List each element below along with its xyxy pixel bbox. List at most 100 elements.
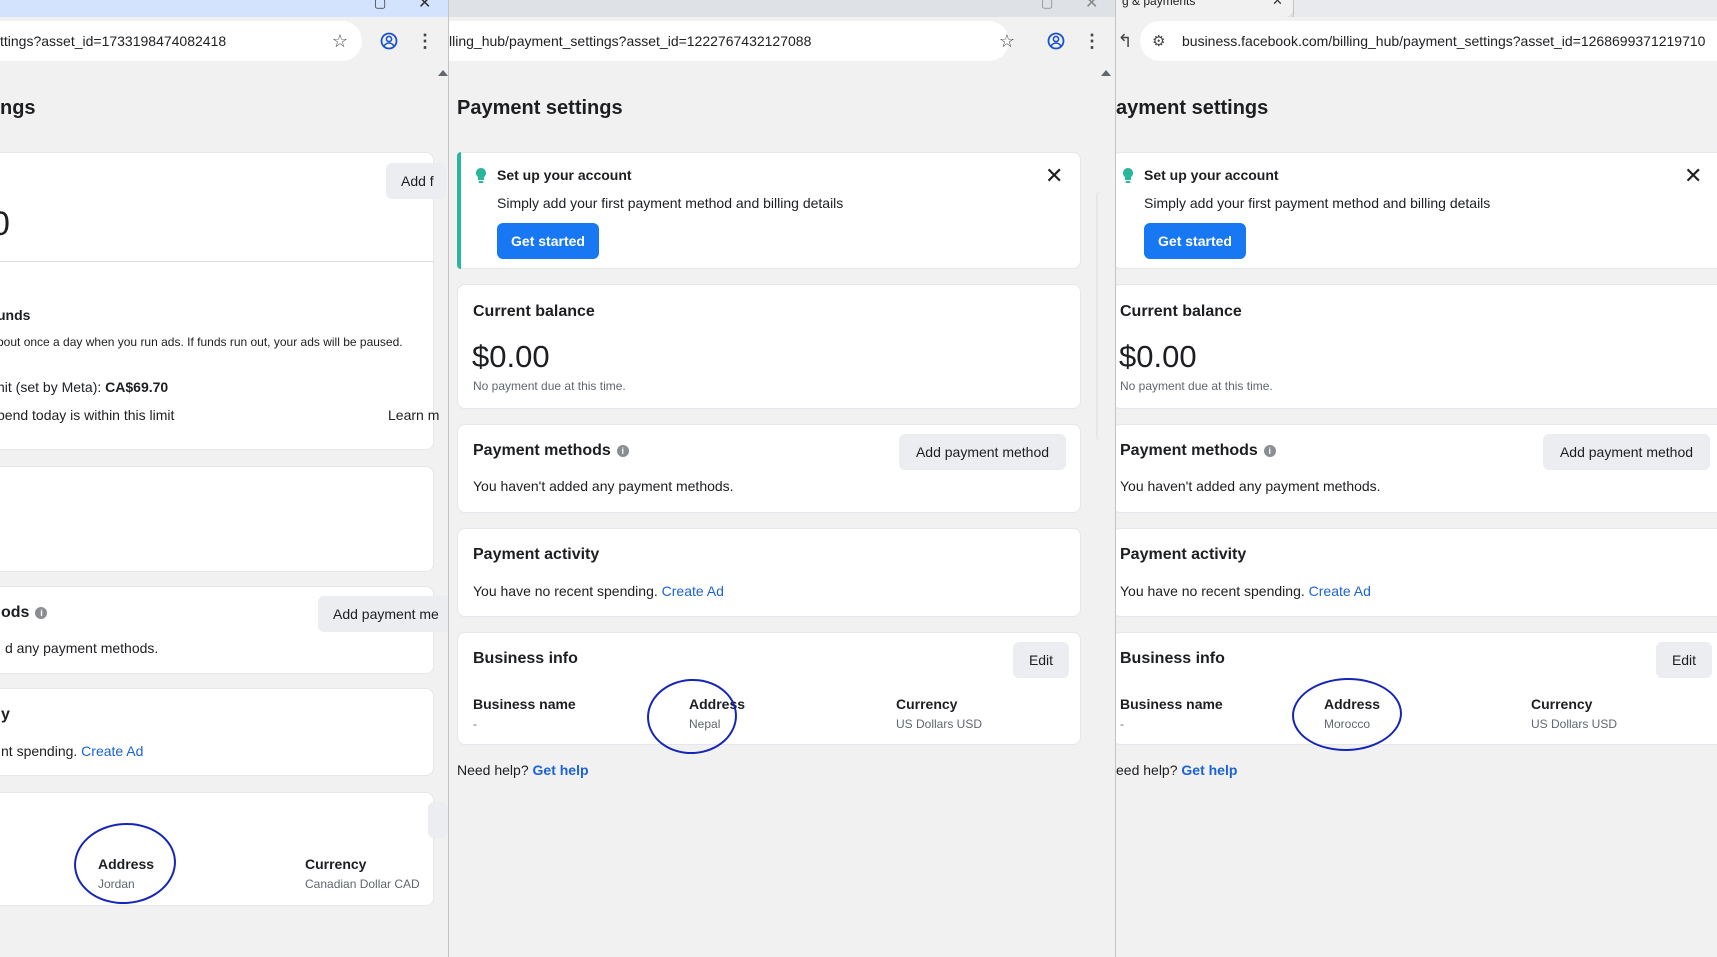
lightbulb-icon (476, 168, 486, 183)
middle-url-text: lling_hub/payment_settings?asset_id=1222… (449, 33, 812, 49)
left-methods-description: d any payment methods. (5, 640, 159, 656)
scroll-up-arrow-icon[interactable] (438, 70, 448, 76)
left-payment-methods-card: ods i Add payment me d any payment method… (0, 586, 448, 674)
middle-business-title: Business info (473, 650, 578, 667)
left-funds-description: bout once a day when you run ads. If fun… (0, 335, 403, 349)
back-icon-partial[interactable]: ↰ (1116, 30, 1136, 52)
left-funds-title: unds (0, 307, 31, 323)
active-tab[interactable]: g & payments ✕ (1116, 0, 1293, 17)
right-setup-title: Set up your account (1144, 167, 1279, 183)
left-blank-card (0, 466, 434, 572)
middle-create-ad-link[interactable]: Create Ad (662, 583, 724, 599)
star-icon[interactable]: ☆ (996, 30, 1018, 52)
left-limit-value: CA$69.70 (105, 379, 169, 395)
middle-activity-description: You have no recent spending. Create Ad (473, 583, 724, 599)
right-balance-amount: $0.00 (1119, 339, 1197, 374)
maximize-icon[interactable]: ▢ (1041, 0, 1053, 11)
middle-titlebar: ▢ ✕ (449, 0, 1115, 17)
left-balance-amount: 0 (0, 205, 10, 243)
right-help-text: eed help? (1116, 762, 1182, 778)
left-spend-status: pend today is within this limit (0, 407, 175, 423)
left-activity-title: y (1, 706, 10, 723)
more-vert-icon[interactable]: ⋮ (414, 30, 436, 52)
left-url-text: ttings?asset_id=1733198474082418 (0, 33, 227, 49)
right-setup-card: Set up your account Simply add your firs… (1116, 152, 1717, 269)
close-window-icon[interactable]: ✕ (1085, 0, 1098, 13)
left-methods-title: ods i (1, 604, 48, 622)
close-tab-icon[interactable]: ✕ (1272, 0, 1283, 9)
left-edit-button[interactable] (428, 802, 448, 838)
right-tabstrip: g & payments ✕ (1116, 0, 1717, 17)
left-browser-window: ▢ ✕ ttings?asset_id=1733198474082418 ☆ ⋮… (0, 0, 448, 957)
middle-payment-activity-card: Payment activity You have no recent spen… (457, 528, 1081, 617)
profile-icon[interactable] (378, 30, 400, 52)
left-activity-text: nt spending. (1, 743, 82, 759)
middle-balance-title: Current balance (473, 303, 595, 320)
more-vert-icon[interactable]: ⋮ (1081, 30, 1103, 52)
info-icon[interactable]: i (35, 606, 48, 619)
left-create-ad-link[interactable]: Create Ad (81, 743, 143, 759)
right-business-name-value: - (1120, 717, 1124, 731)
middle-edit-button[interactable]: Edit (1013, 642, 1069, 678)
info-icon[interactable]: i (616, 444, 629, 457)
right-browser-window: g & payments ✕ ⚙ business.facebook.com/b… (1116, 0, 1717, 957)
middle-balance-amount: $0.00 (472, 339, 550, 374)
profile-icon[interactable] (1045, 30, 1067, 52)
left-spend-limit: nit (set by Meta): CA$69.70 (0, 379, 168, 395)
right-balance-note: No payment due at this time. (1120, 379, 1273, 393)
left-activity-description: nt spending. Create Ad (1, 743, 143, 759)
right-business-title: Business info (1120, 650, 1225, 667)
left-add-funds-button[interactable]: Add f (386, 163, 446, 199)
middle-page-title: Payment settings (457, 97, 623, 119)
middle-business-name-value: - (473, 717, 477, 731)
info-icon[interactable]: i (1263, 444, 1276, 457)
left-address-bar[interactable]: ttings?asset_id=1733198474082418 (0, 21, 362, 61)
right-get-help-link[interactable]: Get help (1181, 762, 1237, 778)
right-create-ad-link[interactable]: Create Ad (1309, 583, 1371, 599)
right-add-payment-button[interactable]: Add payment method (1543, 434, 1710, 470)
left-limit-label: nit (set by Meta): (0, 379, 106, 395)
left-add-payment-button[interactable]: Add payment me (318, 596, 448, 632)
lightbulb-icon (1123, 168, 1133, 183)
maximize-icon[interactable]: ▢ (374, 0, 386, 11)
middle-add-payment-button[interactable]: Add payment method (899, 434, 1066, 470)
site-settings-icon[interactable]: ⚙ (1152, 32, 1176, 50)
left-divider (0, 261, 433, 262)
left-learn-more-link[interactable]: Learn m (388, 407, 439, 423)
middle-get-help-link[interactable]: Get help (533, 762, 589, 778)
right-setup-description: Simply add your first payment method and… (1144, 195, 1491, 211)
left-business-info-card: Address Jordan Currency Canadian Dollar … (0, 792, 448, 906)
right-payment-methods-card: Payment methods i Add payment method You … (1116, 424, 1717, 513)
inactive-tab[interactable] (1293, 0, 1717, 17)
right-url-text: business.facebook.com/billing_hub/paymen… (1182, 33, 1706, 49)
left-balance-card: Add f 0 unds bout once a day when you ru… (0, 152, 446, 450)
right-edit-button[interactable]: Edit (1656, 642, 1712, 678)
close-icon[interactable]: ✕ (1684, 165, 1702, 187)
middle-help-line: Need help? Get help (457, 762, 589, 778)
right-address-bar[interactable]: ⚙ business.facebook.com/billing_hub/paym… (1140, 21, 1717, 61)
close-window-icon[interactable]: ✕ (418, 0, 431, 13)
screenshot-stage: ▢ ✕ ttings?asset_id=1733198474082418 ☆ ⋮… (0, 0, 1717, 957)
middle-methods-description: You haven't added any payment methods. (473, 478, 734, 494)
right-methods-title-text: Payment methods (1120, 442, 1258, 459)
right-methods-description: You haven't added any payment methods. (1120, 478, 1381, 494)
middle-help-text: Need help? (457, 762, 533, 778)
star-icon[interactable]: ☆ (329, 30, 351, 52)
middle-payment-methods-card: Payment methods i Add payment method You … (457, 424, 1081, 513)
left-currency-label: Currency (305, 856, 367, 872)
tab-title: g & payments (1122, 0, 1196, 8)
scroll-up-arrow-icon[interactable] (1101, 70, 1111, 76)
right-activity-title: Payment activity (1120, 546, 1247, 563)
setup-accent-bar (457, 152, 461, 269)
middle-methods-title-text: Payment methods (473, 442, 611, 459)
right-business-name-label: Business name (1120, 696, 1223, 712)
left-page-title: ngs (0, 97, 36, 119)
left-methods-title-text: ods (1, 604, 30, 621)
middle-business-name-label: Business name (473, 696, 576, 712)
close-icon[interactable]: ✕ (1045, 165, 1063, 187)
right-get-started-button[interactable]: Get started (1144, 223, 1246, 259)
middle-setup-card: Set up your account Simply add your firs… (457, 152, 1081, 269)
middle-address-bar[interactable]: lling_hub/payment_settings?asset_id=1222… (449, 21, 1009, 61)
middle-get-started-button[interactable]: Get started (497, 223, 599, 259)
middle-balance-note: No payment due at this time. (473, 379, 626, 393)
